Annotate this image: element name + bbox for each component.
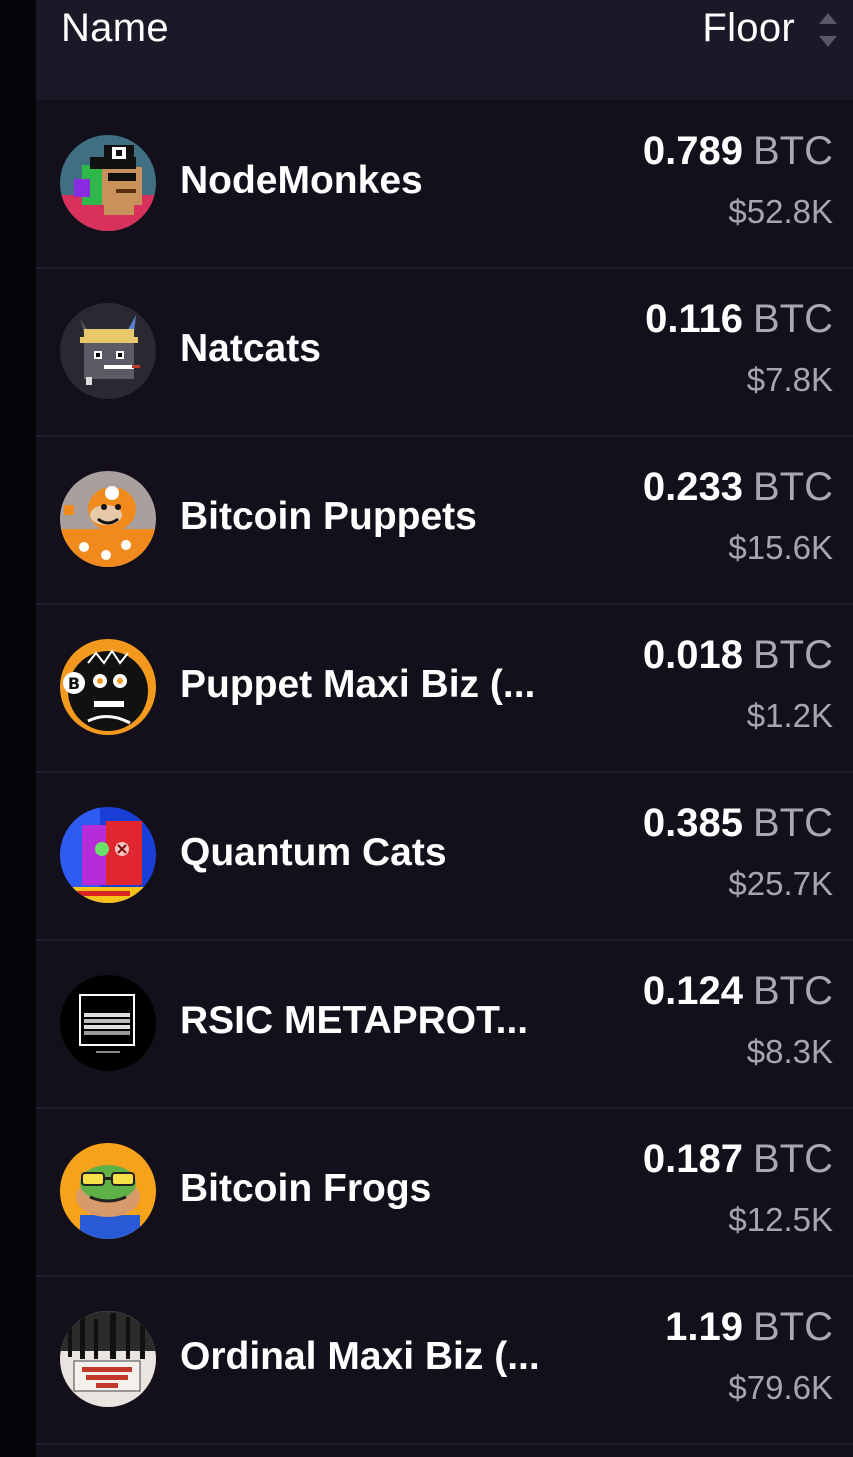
floor-price-value: 0.018 (642, 633, 743, 677)
floor-price-unit: BTC (753, 129, 833, 173)
floor-price-usd: $8.3K (746, 1033, 833, 1070)
puppet-maxi-biz-avatar-icon: B (60, 639, 156, 735)
collection-name: Ordinal Maxi Biz (... (180, 1335, 540, 1378)
floor-price-unit: BTC (753, 633, 833, 677)
floor-price-btc: 0.385 BTC (643, 801, 833, 846)
floor-price-usd: $12.5K (728, 1201, 833, 1238)
floor-price-btc: 0.187 BTC (643, 1137, 833, 1182)
sort-icon[interactable] (817, 7, 839, 53)
collection-row-nodemonkes[interactable]: NodeMonkes 0.789 BTC $52.8K (36, 101, 853, 269)
collection-name: Puppet Maxi Biz (... (180, 663, 536, 706)
ordinal-maxi-biz-avatar-icon (60, 1311, 156, 1407)
floor-price-usd: $15.6K (728, 529, 833, 566)
bitcoin-puppets-avatar-icon (60, 471, 156, 567)
floor-price-btc: 0.789 BTC (643, 129, 833, 174)
floor-price-btc: 0.018 BTC (643, 633, 833, 678)
collection-name: RSIC METAPROT... (180, 999, 529, 1042)
floor-price-usd: $1.2K (746, 697, 833, 734)
collection-row-natcats[interactable]: Natcats 0.116 BTC $7.8K (36, 269, 853, 437)
collection-name: NodeMonkes (180, 159, 423, 202)
natcats-avatar-icon (60, 303, 156, 399)
floor-price-unit: BTC (753, 969, 833, 1013)
floor-price-value: 0.124 (642, 969, 743, 1013)
collection-row-quantum-cats[interactable]: Quantum Cats 0.385 BTC $25.7K (36, 773, 853, 941)
collection-name: Bitcoin Puppets (180, 495, 477, 538)
floor-price-value: 0.789 (642, 129, 743, 173)
column-header-floor[interactable]: Floor (702, 6, 795, 51)
floor-price-usd: $52.8K (728, 193, 833, 230)
collection-row-rsic-metaprotocol[interactable]: RSIC METAPROT... 0.124 BTC $8.3K (36, 941, 853, 1109)
floor-price-usd: $79.6K (728, 1369, 833, 1406)
floor-price-unit: BTC (753, 1305, 833, 1349)
floor-price-value: 0.233 (642, 465, 743, 509)
floor-price-btc: 0.124 BTC (643, 969, 833, 1014)
floor-price-unit: BTC (753, 801, 833, 845)
collection-name: Bitcoin Frogs (180, 1167, 432, 1210)
svg-text:B: B (68, 674, 80, 693)
floor-price-usd: $25.7K (728, 865, 833, 902)
floor-price-btc: 1.19 BTC (665, 1305, 833, 1350)
collection-row-puppet-maxi-biz[interactable]: B Puppet Maxi Biz (... 0.018 BTC $1.2K (36, 605, 853, 773)
floor-price-unit: BTC (753, 297, 833, 341)
bitcoin-frogs-avatar-icon (60, 1143, 156, 1239)
floor-price-value: 0.116 (645, 297, 743, 341)
collection-name: Quantum Cats (180, 831, 447, 874)
nodemonkes-avatar-icon (60, 135, 156, 231)
quantum-cats-avatar-icon (60, 807, 156, 903)
floor-price-value: 1.19 (665, 1305, 743, 1349)
floor-price-unit: BTC (753, 465, 833, 509)
floor-price-usd: $7.8K (746, 361, 833, 398)
column-header-name[interactable]: Name (61, 6, 169, 51)
collection-row-bitcoin-puppets[interactable]: Bitcoin Puppets 0.233 BTC $15.6K (36, 437, 853, 605)
floor-price-unit: BTC (753, 1137, 833, 1181)
floor-price-btc: 0.233 BTC (643, 465, 833, 510)
collection-row-bitcoin-frogs[interactable]: Bitcoin Frogs 0.187 BTC $12.5K (36, 1109, 853, 1277)
collection-name: Natcats (180, 327, 321, 370)
table-header: Name Floor (36, 0, 853, 100)
rsic-metaprotocol-avatar-icon (60, 975, 156, 1071)
left-rail (0, 0, 36, 1457)
collection-row-ordinal-maxi-biz[interactable]: Ordinal Maxi Biz (... 1.19 BTC $79.6K (36, 1277, 853, 1445)
floor-price-btc: 0.116 BTC (645, 297, 833, 342)
floor-price-value: 0.187 (642, 1137, 743, 1181)
floor-price-value: 0.385 (642, 801, 743, 845)
